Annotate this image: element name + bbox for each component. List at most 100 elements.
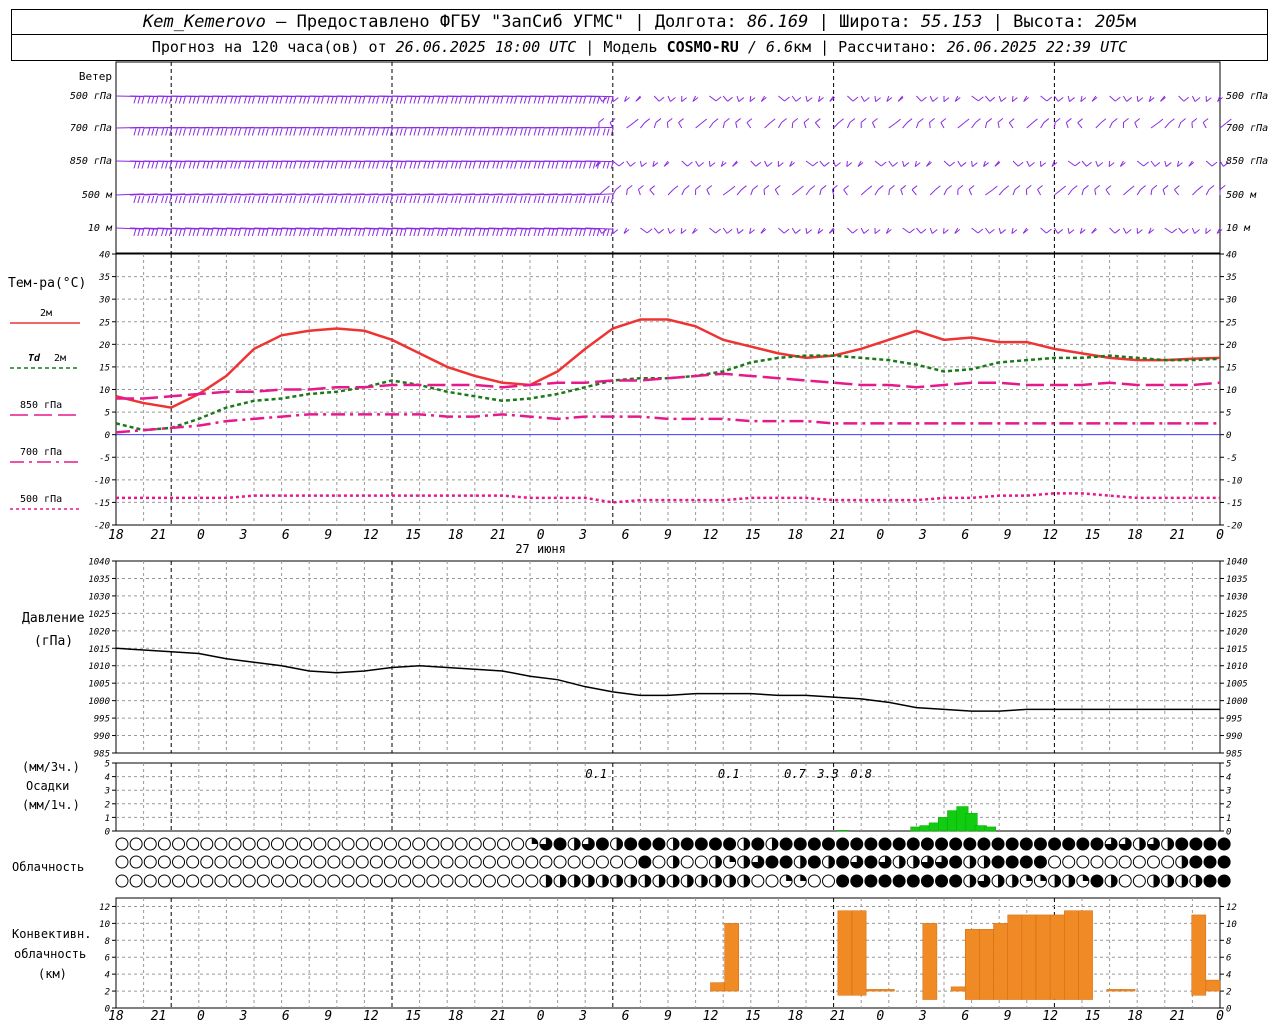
wind-barb-feather (1029, 162, 1035, 167)
wind-barb-feather (141, 196, 145, 204)
cloud-symbol (511, 837, 525, 851)
convective-bar (922, 923, 938, 1000)
y-tick-label-right: 3 (1225, 787, 1231, 797)
wind-barb (709, 227, 716, 234)
wind-barb (653, 95, 660, 102)
wind-barb-feather (431, 128, 435, 136)
wind-barb-feather (670, 97, 676, 102)
wind-barb-feather (920, 228, 927, 234)
wind-barb-feather (403, 196, 407, 204)
wind-barb-feather (806, 229, 813, 234)
wind-barb-feather (326, 161, 330, 169)
wind-barb-feather (709, 162, 716, 167)
wind-barb-feather (588, 228, 592, 236)
wind-barb (1067, 189, 1073, 196)
convective-bar (1191, 914, 1207, 996)
wind-barb-feather (892, 161, 898, 167)
wind-barb-feather (596, 229, 600, 237)
cloud-symbol (497, 837, 511, 851)
wind-barb-feather (602, 128, 606, 136)
wind-barb (1109, 227, 1116, 234)
wind-barb-feather (458, 161, 462, 169)
cloud-symbol (1132, 874, 1146, 888)
wind-barb-feather (326, 195, 330, 203)
wind-barb (805, 95, 808, 102)
cloud-symbol (440, 874, 454, 888)
wind-barb-feather (655, 118, 662, 123)
x-tick-label-bottom: 0 (876, 1009, 884, 1024)
wind-barb-feather (880, 161, 887, 167)
wind-barb (968, 189, 973, 196)
wind-barb-feather (1202, 118, 1209, 123)
wind-barb-feather (224, 196, 228, 204)
wind-barb-feather (989, 228, 995, 234)
cloud-fill (1020, 838, 1033, 850)
wind-barb-feather (579, 161, 583, 169)
cloud-fill (729, 875, 736, 887)
wind-barb-feather (766, 162, 773, 167)
cloud-fill (800, 856, 807, 868)
wind-barb-feather (596, 96, 600, 104)
cloud-fill (687, 875, 694, 887)
wind-barb-feather (174, 195, 178, 203)
cloud-fill (828, 856, 835, 868)
wind-barb-feather (206, 96, 210, 104)
convective-bar (979, 929, 994, 1000)
wind-barb-feather (372, 128, 376, 136)
wind-barb-feather (251, 229, 255, 237)
wind-barb-feather (592, 128, 596, 136)
wind-barb-feather (468, 228, 472, 237)
wind-barb-feather (178, 128, 182, 136)
wind-barb (998, 95, 1002, 102)
cloud-symbol (398, 855, 412, 869)
y-tick-label-left: 985 (94, 750, 110, 760)
wind-barb-feather (1086, 161, 1092, 167)
cloud-fill (1204, 838, 1217, 850)
wind-barb-feather (293, 229, 297, 237)
wind-barb-feather (454, 161, 458, 169)
legend-label: 850 гПа (20, 400, 62, 411)
wind-barb-feather (1208, 185, 1215, 190)
wind-barb-feather (368, 96, 372, 104)
wind-barb-feather (1037, 185, 1043, 190)
wind-barb-feather (233, 195, 237, 204)
wind-barb (1109, 95, 1116, 102)
wind-barb-feather (1114, 228, 1121, 234)
y-tick-label-left: 35 (98, 273, 110, 283)
cloud-symbol (482, 874, 496, 888)
x-tick-label: 3 (918, 528, 927, 543)
wind-barb-feather (506, 96, 510, 104)
wind-barb-feather (403, 161, 407, 169)
cloud-fill (1139, 838, 1146, 850)
wind-barb-feather (395, 228, 399, 236)
wind-barb-feather (224, 229, 228, 237)
wind-barb-feather (533, 195, 537, 203)
wind-barb-feather (230, 228, 233, 236)
wind-barb-feather (450, 161, 454, 169)
wind-barb-feather (551, 228, 555, 237)
wind-barb (847, 95, 854, 102)
wind-barb-feather (698, 162, 705, 167)
convective-bar (1049, 914, 1065, 1000)
cloud-fill (780, 838, 793, 850)
wind-barb-feather (395, 96, 399, 104)
wind-barb-feather (975, 118, 981, 124)
wind-barb (1067, 160, 1076, 167)
cloud-fill (836, 838, 849, 850)
wind-barb-feather (279, 229, 283, 237)
wind-barb-feather (729, 185, 736, 191)
wind-barb (678, 122, 683, 129)
wind-barb-feather (1068, 229, 1075, 234)
wind-barb-feather (330, 128, 334, 136)
wind-level-right: 500 гПа (1226, 91, 1268, 102)
y-tick-label-right: 4 (1226, 971, 1231, 981)
wind-barb-feather (362, 196, 366, 204)
wind-barb-feather (271, 96, 275, 104)
wind-barb (888, 160, 894, 167)
wind-barb-feather (399, 228, 403, 237)
wind-barb (860, 189, 868, 196)
wind-barb-feather (445, 128, 449, 136)
wind-barb-feather (316, 96, 320, 104)
wind-barb-feather (151, 128, 155, 136)
legend-prefix: Td (28, 353, 41, 364)
